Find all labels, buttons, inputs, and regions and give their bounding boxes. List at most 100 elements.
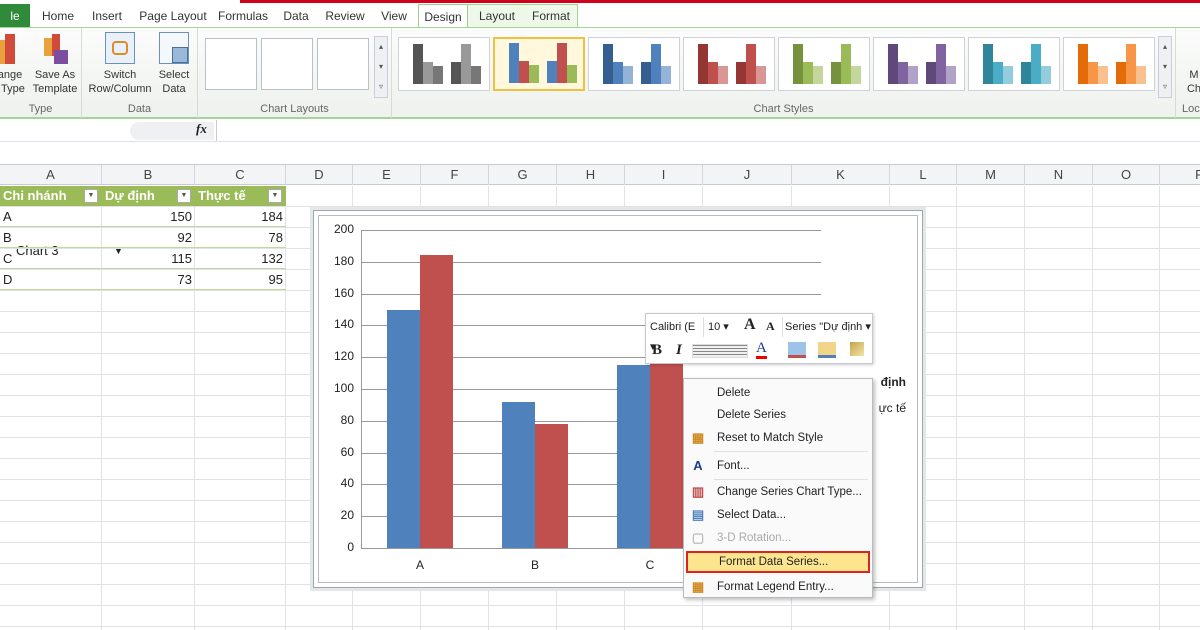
chart-style-6[interactable] — [873, 37, 965, 91]
column-header-b[interactable]: B — [102, 165, 195, 185]
bar-c-series-1[interactable] — [617, 365, 650, 548]
font-size: 10 — [708, 321, 721, 333]
bar-a-series-1[interactable] — [387, 309, 420, 548]
tab-format[interactable]: Format — [528, 4, 574, 28]
menu-item-format-legend-entry[interactable]: ▦ Format Legend Entry... — [686, 576, 870, 598]
font-name-select[interactable]: Calibri (E ▾ — [648, 317, 704, 353]
chart-layout-1[interactable] — [205, 38, 257, 90]
shrink-font-icon[interactable]: A — [766, 319, 775, 334]
style-bar — [756, 66, 766, 84]
chart-style-5[interactable] — [778, 37, 870, 91]
save-as-template-button[interactable]: Save As Template — [30, 32, 80, 96]
chart-layout-2[interactable] — [261, 38, 313, 90]
bar-b-series-1[interactable] — [502, 401, 535, 548]
table-cell[interactable]: 132 — [195, 249, 286, 269]
y-tick-label: 60 — [340, 444, 354, 459]
menu-item-reset-to-match-style[interactable]: ▦ Reset to Match Style — [686, 427, 870, 449]
outline-color-icon[interactable] — [818, 342, 836, 358]
switch-row-column-button[interactable]: Switch Row/Column — [86, 32, 154, 96]
chart-element-select[interactable]: Series "Dự định ▾ — [782, 317, 872, 337]
italic-button[interactable]: I — [676, 342, 682, 359]
format-painter-icon[interactable] — [850, 342, 864, 356]
menu-item-font[interactable]: A Font... — [686, 455, 870, 477]
menu-item-change-series-chart-type[interactable]: ▥ Change Series Chart Type... — [686, 481, 870, 503]
menu-item-select-data[interactable]: ▤ Select Data... — [686, 504, 870, 526]
menu-item-delete-series[interactable]: Delete Series — [686, 404, 870, 426]
bold-button[interactable]: B — [652, 342, 662, 359]
column-header-o[interactable]: O — [1093, 165, 1160, 185]
table-cell[interactable]: 184 — [195, 207, 286, 227]
menu-item-format-data-series[interactable]: Format Data Series... — [686, 551, 870, 573]
column-header-m[interactable]: M — [957, 165, 1025, 185]
table-cell[interactable]: 150 — [102, 207, 195, 227]
tab-data[interactable]: Data — [280, 4, 312, 28]
grow-font-icon[interactable]: A — [744, 316, 756, 334]
menu-item-label: Format Data Series... — [719, 556, 829, 568]
filter-dropdown-icon[interactable]: ▼ — [268, 189, 282, 203]
tab-layout[interactable]: Layout — [474, 4, 520, 28]
chart-style-2[interactable] — [493, 37, 585, 91]
column-header-a[interactable]: A — [0, 165, 102, 185]
chart-layout-3[interactable] — [317, 38, 369, 90]
tab-home[interactable]: Home — [36, 4, 80, 28]
x-tick-label: B — [530, 558, 539, 572]
style-bar — [1021, 62, 1031, 84]
tab-view[interactable]: View — [378, 4, 410, 28]
formula-input[interactable] — [216, 120, 1200, 141]
table-cell[interactable]: B — [0, 228, 102, 248]
font-size-select[interactable]: 10 ▾ — [706, 317, 740, 337]
column-header-n[interactable]: N — [1025, 165, 1093, 185]
move-chart-button[interactable]: M Ch — [1184, 68, 1200, 96]
table-cell[interactable]: C — [0, 249, 102, 269]
column-header-c[interactable]: C — [195, 165, 286, 185]
header-label: Thực tế — [198, 188, 246, 203]
tab-page-layout[interactable]: Page Layout — [134, 4, 212, 28]
filter-dropdown-icon[interactable]: ▼ — [84, 189, 98, 203]
bar-c-series-2[interactable] — [650, 338, 683, 548]
bar-a-series-2[interactable] — [420, 255, 453, 548]
styles-scroll[interactable]: ▴ ▾ ▿ — [1158, 36, 1172, 98]
select-data-button[interactable]: Select Data — [154, 32, 194, 96]
tab-insert[interactable]: Insert — [86, 4, 128, 28]
style-bar — [1078, 44, 1088, 84]
chart-style-7[interactable] — [968, 37, 1060, 91]
table-cell[interactable]: 78 — [195, 228, 286, 248]
chart-style-4[interactable] — [683, 37, 775, 91]
column-header-e[interactable]: E — [353, 165, 421, 185]
menu-item-delete[interactable]: Delete — [686, 382, 870, 404]
y-tick-label: 160 — [333, 285, 354, 300]
font-color-icon[interactable]: A — [756, 341, 767, 359]
change-chart-type-button[interactable]: ange t Type — [0, 32, 26, 96]
tab-formulas[interactable]: Formulas — [216, 4, 270, 28]
filter-dropdown-icon[interactable]: ▼ — [177, 189, 191, 203]
table-cell[interactable]: 92 — [102, 228, 195, 248]
column-header-d[interactable]: D — [286, 165, 353, 185]
bar-b-series-2[interactable] — [535, 423, 568, 548]
column-header-l[interactable]: L — [890, 165, 957, 185]
chart-style-1[interactable] — [398, 37, 490, 91]
fx-icon[interactable]: fx — [196, 121, 207, 137]
table-cell[interactable]: D — [0, 270, 102, 290]
tab-file[interactable]: le — [0, 4, 30, 28]
column-header-f[interactable]: F — [421, 165, 489, 185]
fill-color-icon[interactable] — [788, 342, 806, 358]
tab-design[interactable]: Design — [418, 4, 468, 29]
column-header-g[interactable]: G — [489, 165, 557, 185]
column-header-j[interactable]: J — [703, 165, 792, 185]
table-cell[interactable]: A — [0, 207, 102, 227]
style-bar — [831, 62, 841, 84]
format-legend-icon: ▦ — [691, 579, 705, 594]
style-bar — [1126, 44, 1136, 84]
table-cell[interactable]: 95 — [195, 270, 286, 290]
column-header-p[interactable]: P — [1160, 165, 1200, 185]
column-header-i[interactable]: I — [625, 165, 703, 185]
column-header-k[interactable]: K — [792, 165, 890, 185]
table-cell[interactable]: 115 — [102, 249, 195, 269]
table-cell[interactable]: 73 — [102, 270, 195, 290]
column-header-h[interactable]: H — [557, 165, 625, 185]
layouts-scroll[interactable]: ▴ ▾ ▿ — [374, 36, 388, 98]
chart-style-3[interactable] — [588, 37, 680, 91]
chart-style-8[interactable] — [1063, 37, 1155, 91]
tab-review[interactable]: Review — [322, 4, 368, 28]
align-buttons[interactable] — [692, 344, 748, 358]
